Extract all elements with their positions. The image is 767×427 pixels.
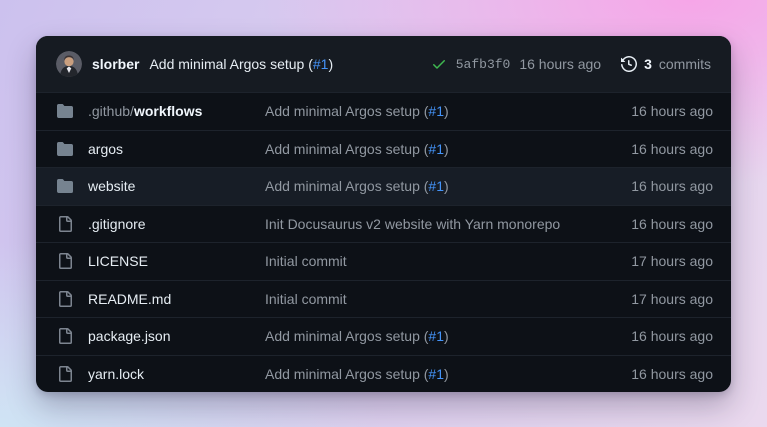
- commit-hash[interactable]: 5afb3f0: [456, 57, 511, 72]
- commits-count: 3: [644, 56, 652, 72]
- file-name-cell: website: [57, 178, 265, 194]
- table-row: argos Add minimal Argos setup (#1) 16 ho…: [36, 130, 731, 168]
- file-name[interactable]: argos: [88, 141, 123, 157]
- row-commit-time[interactable]: 16 hours ago: [631, 141, 713, 157]
- commit-message-text: Add minimal Argos setup (: [149, 56, 312, 72]
- file-icon: [57, 328, 73, 344]
- commit-time: 16 hours ago: [519, 56, 601, 72]
- pr-link[interactable]: #1: [313, 56, 329, 72]
- file-icon: [57, 291, 73, 307]
- file-name-cell: yarn.lock: [57, 366, 265, 382]
- latest-commit-header: slorber Add minimal Argos setup (#1) 5af…: [36, 36, 731, 92]
- file-name[interactable]: .gitignore: [88, 216, 146, 232]
- file-name[interactable]: README.md: [88, 291, 171, 307]
- file-name-cell: .gitignore: [57, 216, 265, 232]
- pr-link[interactable]: #1: [428, 366, 444, 382]
- file-icon: [57, 366, 73, 382]
- row-commit-message[interactable]: Init Docusaurus v2 website with Yarn mon…: [265, 216, 631, 232]
- row-commit-time[interactable]: 17 hours ago: [631, 253, 713, 269]
- row-commit-time[interactable]: 16 hours ago: [631, 328, 713, 344]
- file-name[interactable]: workflows: [134, 103, 202, 119]
- commit-message-close: ): [328, 56, 333, 72]
- file-name-cell: .github/workflows: [57, 103, 265, 119]
- table-row: yarn.lock Add minimal Argos setup (#1) 1…: [36, 355, 731, 393]
- row-commit-message[interactable]: Add minimal Argos setup (#1): [265, 141, 631, 157]
- file-name-cell: argos: [57, 141, 265, 157]
- row-commit-message[interactable]: Add minimal Argos setup (#1): [265, 178, 631, 194]
- row-commit-time[interactable]: 16 hours ago: [631, 216, 713, 232]
- repo-file-browser-card: slorber Add minimal Argos setup (#1) 5af…: [36, 36, 731, 392]
- table-row: .github/workflows Add minimal Argos setu…: [36, 92, 731, 130]
- file-name-cell: README.md: [57, 291, 265, 307]
- pr-link[interactable]: #1: [428, 141, 444, 157]
- row-commit-message[interactable]: Add minimal Argos setup (#1): [265, 103, 631, 119]
- avatar[interactable]: [56, 51, 82, 77]
- commit-author[interactable]: slorber: [92, 56, 139, 72]
- folder-icon: [57, 141, 73, 157]
- table-row: website Add minimal Argos setup (#1) 16 …: [36, 167, 731, 205]
- table-row: LICENSE Initial commit 17 hours ago: [36, 242, 731, 280]
- commit-message: Add minimal Argos setup (#1): [149, 56, 333, 72]
- file-name[interactable]: package.json: [88, 328, 171, 344]
- page-background: slorber Add minimal Argos setup (#1) 5af…: [0, 0, 767, 427]
- row-commit-time[interactable]: 17 hours ago: [631, 291, 713, 307]
- pr-link[interactable]: #1: [428, 328, 444, 344]
- table-row: README.md Initial commit 17 hours ago: [36, 280, 731, 318]
- commits-label: commits: [659, 56, 711, 72]
- row-commit-time[interactable]: 16 hours ago: [631, 103, 713, 119]
- row-commit-time[interactable]: 16 hours ago: [631, 178, 713, 194]
- folder-icon: [57, 178, 73, 194]
- path-prefix[interactable]: .github/: [88, 103, 134, 119]
- file-name[interactable]: LICENSE: [88, 253, 148, 269]
- table-row: package.json Add minimal Argos setup (#1…: [36, 317, 731, 355]
- file-name-cell: package.json: [57, 328, 265, 344]
- table-row: .gitignore Init Docusaurus v2 website wi…: [36, 205, 731, 243]
- commit-meta: 5afb3f0 16 hours ago 3 commits: [431, 56, 711, 72]
- file-icon: [57, 216, 73, 232]
- history-icon: [621, 56, 637, 72]
- pr-link[interactable]: #1: [428, 103, 444, 119]
- file-name-cell: LICENSE: [57, 253, 265, 269]
- check-icon[interactable]: [431, 56, 447, 72]
- commit-history-link[interactable]: 3 commits: [621, 56, 711, 72]
- file-name[interactable]: website: [88, 178, 135, 194]
- pr-link[interactable]: #1: [428, 178, 444, 194]
- file-icon: [57, 253, 73, 269]
- row-commit-message[interactable]: Initial commit: [265, 291, 631, 307]
- file-list: .github/workflows Add minimal Argos setu…: [36, 92, 731, 392]
- folder-icon: [57, 103, 73, 119]
- row-commit-message[interactable]: Add minimal Argos setup (#1): [265, 328, 631, 344]
- row-commit-message[interactable]: Add minimal Argos setup (#1): [265, 366, 631, 382]
- row-commit-time[interactable]: 16 hours ago: [631, 366, 713, 382]
- row-commit-message[interactable]: Initial commit: [265, 253, 631, 269]
- file-name[interactable]: yarn.lock: [88, 366, 144, 382]
